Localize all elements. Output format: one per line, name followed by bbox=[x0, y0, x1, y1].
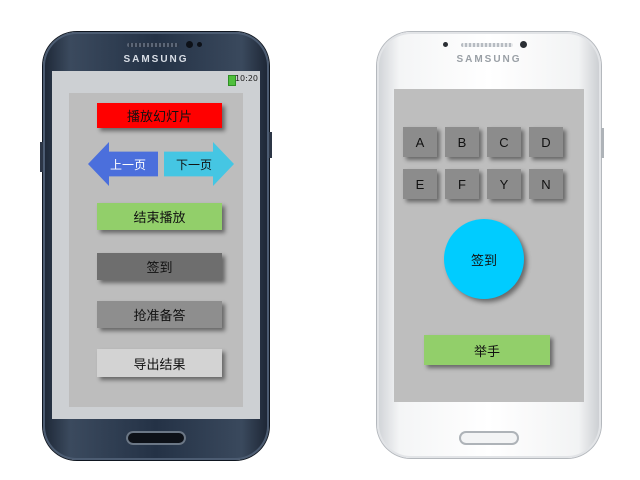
answer-key-d[interactable]: D bbox=[529, 127, 563, 157]
front-camera-icon bbox=[186, 41, 193, 48]
student-panel: A B C D E F Y N 签到 举手 bbox=[394, 89, 584, 402]
teacher-screen: 10:20 播放幻灯片 上一页 下一页 结束播放 签到 抢准备答 导出结果 bbox=[52, 71, 260, 419]
check-in-button[interactable]: 签到 bbox=[97, 253, 222, 280]
student-screen: A B C D E F Y N 签到 举手 bbox=[394, 89, 584, 402]
answer-key-y[interactable]: Y bbox=[487, 169, 521, 199]
answer-key-c[interactable]: C bbox=[487, 127, 521, 157]
end-play-button[interactable]: 结束播放 bbox=[97, 203, 222, 230]
status-bar: 10:20 bbox=[52, 71, 260, 87]
teacher-panel: 播放幻灯片 上一页 下一页 结束播放 签到 抢准备答 导出结果 bbox=[69, 93, 243, 407]
home-button[interactable] bbox=[459, 431, 519, 445]
status-time: 10:20 bbox=[234, 74, 258, 83]
answer-key-f[interactable]: F bbox=[445, 169, 479, 199]
answer-key-n[interactable]: N bbox=[529, 169, 563, 199]
brand-logo: SAMSUNG bbox=[123, 54, 189, 65]
answer-key-e[interactable]: E bbox=[403, 169, 437, 199]
next-page-button[interactable]: 下一页 bbox=[164, 142, 234, 186]
raise-hand-button[interactable]: 举手 bbox=[424, 335, 550, 365]
earpiece-speaker bbox=[127, 43, 179, 47]
check-in-circle-button[interactable]: 签到 bbox=[444, 219, 524, 299]
student-phone: SAMSUNG A B C D E F Y N 签到 举手 bbox=[377, 32, 604, 458]
volume-key bbox=[40, 142, 43, 172]
play-slides-button[interactable]: 播放幻灯片 bbox=[97, 103, 222, 128]
prev-page-button[interactable]: 上一页 bbox=[88, 142, 158, 186]
export-results-button[interactable]: 导出结果 bbox=[97, 349, 222, 377]
answer-key-a[interactable]: A bbox=[403, 127, 437, 157]
sensor-icon bbox=[197, 42, 202, 47]
brand-logo: SAMSUNG bbox=[456, 54, 522, 65]
teacher-phone: SAMSUNG 10:20 播放幻灯片 上一页 下一页 结束播放 签到 抢准备答… bbox=[40, 32, 272, 460]
answer-key-b[interactable]: B bbox=[445, 127, 479, 157]
power-key bbox=[269, 132, 272, 158]
earpiece-speaker bbox=[461, 43, 513, 47]
sensor-icon bbox=[443, 42, 448, 47]
front-camera-icon bbox=[520, 41, 527, 48]
power-key bbox=[601, 128, 604, 158]
quick-answer-button[interactable]: 抢准备答 bbox=[97, 301, 222, 328]
home-button[interactable] bbox=[126, 431, 186, 445]
